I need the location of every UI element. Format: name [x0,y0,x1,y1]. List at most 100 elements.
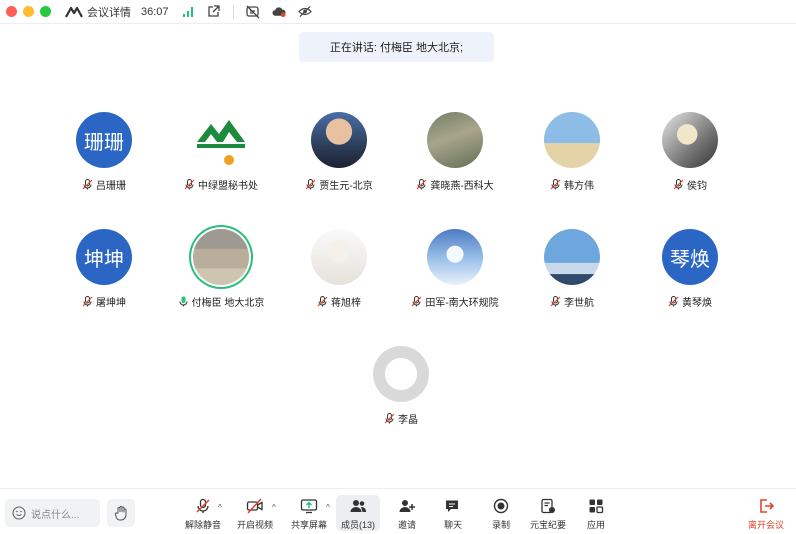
caption-off-icon[interactable] [245,5,260,19]
minimize-window-button[interactable] [23,6,34,17]
hidden-view-icon[interactable] [297,5,312,19]
meeting-details-link[interactable]: 会议详情 [87,4,131,20]
participant-name-row: 贾生元-北京 [279,177,399,192]
audio-options-chevron-icon[interactable]: ^ [218,503,222,512]
participant-name: 李晶 [398,415,418,426]
maximize-window-button[interactable] [40,6,51,17]
participant-name: 龚晓燕-西科大 [430,181,494,192]
chat-input[interactable]: 说点什么... [5,499,100,527]
close-window-button[interactable] [6,6,17,17]
mic-muted-icon [184,179,195,190]
add-user-icon [399,500,415,512]
participant-name: 贾生元-北京 [319,181,373,192]
participant-name-row: 侯钧 [630,177,750,192]
invite-button[interactable]: 邀请 [382,495,432,531]
apps-button[interactable]: 应用 [571,495,621,531]
hand-icon [114,506,127,521]
window-controls [6,6,51,17]
avatar [311,229,367,285]
participant-tile[interactable]: 中绿盟秘书处 [161,112,281,192]
mic-muted-icon [305,179,316,190]
members-button[interactable]: 成员(13) [336,495,380,531]
avatar-initials: 珊珊 [84,129,124,154]
organization-logo-icon [197,120,245,165]
avatar: 珊珊 [76,112,132,168]
pop-out-icon[interactable] [207,5,221,19]
avatar [427,229,483,285]
avatar: 坤坤 [76,229,132,285]
participant-name: 付梅臣 地大北京 [191,298,265,309]
signal-strength-icon[interactable] [181,5,195,19]
participant-name-row: 付梅臣 地大北京 [161,294,281,309]
meeting-timer: 36:07 [141,5,169,18]
avatar-initials: 琴焕 [670,246,710,271]
raise-hand-button[interactable] [107,499,135,527]
participant-tile[interactable]: 付梅臣 地大北京 [161,229,281,309]
participant-tile[interactable]: 贾生元-北京 [279,112,399,192]
participant-name: 侯钧 [687,181,707,192]
participant-tile[interactable]: 龚晓燕-西科大 [395,112,515,192]
participant-tile[interactable]: 李晶 [341,346,461,426]
participant-name: 韩方伟 [564,181,594,192]
share-options-chevron-icon[interactable]: ^ [326,503,330,512]
mic-muted-icon [384,413,395,424]
meeting-toolbar: 说点什么... 解除静音 ^ 开启视频 ^ 共享屏幕 ^ 成员(13) 邀请 聊… [0,488,796,534]
chat-bubble-icon [446,500,458,512]
participant-tile[interactable]: 坤坤屠坤坤 [44,229,164,309]
participant-name-row: 李世航 [512,294,632,309]
participant-name-row: 屠坤坤 [44,294,164,309]
camera-off-icon [246,498,263,514]
avatar [544,229,600,285]
participant-name: 屠坤坤 [96,298,126,309]
video-options-chevron-icon[interactable]: ^ [272,503,276,512]
participant-name-row: 田军-南大环规院 [395,294,515,309]
record-button[interactable]: 录制 [476,495,526,531]
mic-muted-icon [416,179,427,190]
chat-placeholder: 说点什么... [31,509,80,521]
mic-muted-icon [550,179,561,190]
share-screen-button[interactable]: 共享屏幕 [284,495,334,531]
participant-name-row: 李晶 [341,411,461,426]
mic-muted-icon [82,296,93,307]
record-icon [493,498,509,514]
participant-name: 黄琴焕 [682,298,712,309]
yuanbao-summary-button[interactable]: 元宝纪要 [523,495,573,531]
speaking-indicator: 正在讲话: 付梅臣 地大北京; [299,32,494,62]
participant-name: 田军-南大环规院 [425,298,499,309]
start-video-button[interactable]: 开启视频 [230,495,280,531]
mic-active-icon [179,296,188,307]
participant-tile[interactable]: 蒋旭梓 [279,229,399,309]
unmute-button[interactable]: 解除静音 [178,495,228,531]
emoji-icon[interactable] [12,506,26,520]
participant-tile[interactable]: 珊珊 吕珊珊 [44,112,164,192]
avatar [193,112,249,168]
participant-name-row: 龚晓燕-西科大 [395,177,515,192]
title-bar: 会议详情 36:07 [0,0,796,24]
members-icon [350,500,367,512]
avatar: 琴焕 [662,229,718,285]
apps-grid-icon [589,499,604,514]
participant-tile[interactable]: 侯钧 [630,112,750,192]
mic-muted-icon [82,179,93,190]
participant-tile[interactable]: 韩方伟 [512,112,632,192]
avatar [373,346,429,402]
participant-name-row: 中绿盟秘书处 [161,177,281,192]
notes-icon [541,498,555,514]
avatar [662,112,718,168]
cloud-icon[interactable] [271,5,286,19]
mic-muted-icon [196,498,210,513]
participant-tile[interactable]: 李世航 [512,229,632,309]
app-logo-icon [65,6,83,18]
participant-name-row: 蒋旭梓 [279,294,399,309]
participant-name: 李世航 [564,298,594,309]
participant-tile[interactable]: 琴焕黄琴焕 [630,229,750,309]
avatar [311,112,367,168]
exit-icon [760,499,774,513]
mic-muted-icon [550,296,561,307]
leave-meeting-button[interactable]: 离开会议 [741,495,791,531]
participant-tile[interactable]: 田军-南大环规院 [395,229,515,309]
avatar-initials: 坤坤 [84,246,124,271]
chat-button[interactable]: 聊天 [428,495,478,531]
participant-name: 蒋旭梓 [331,298,361,309]
participant-name-row: 韩方伟 [512,177,632,192]
